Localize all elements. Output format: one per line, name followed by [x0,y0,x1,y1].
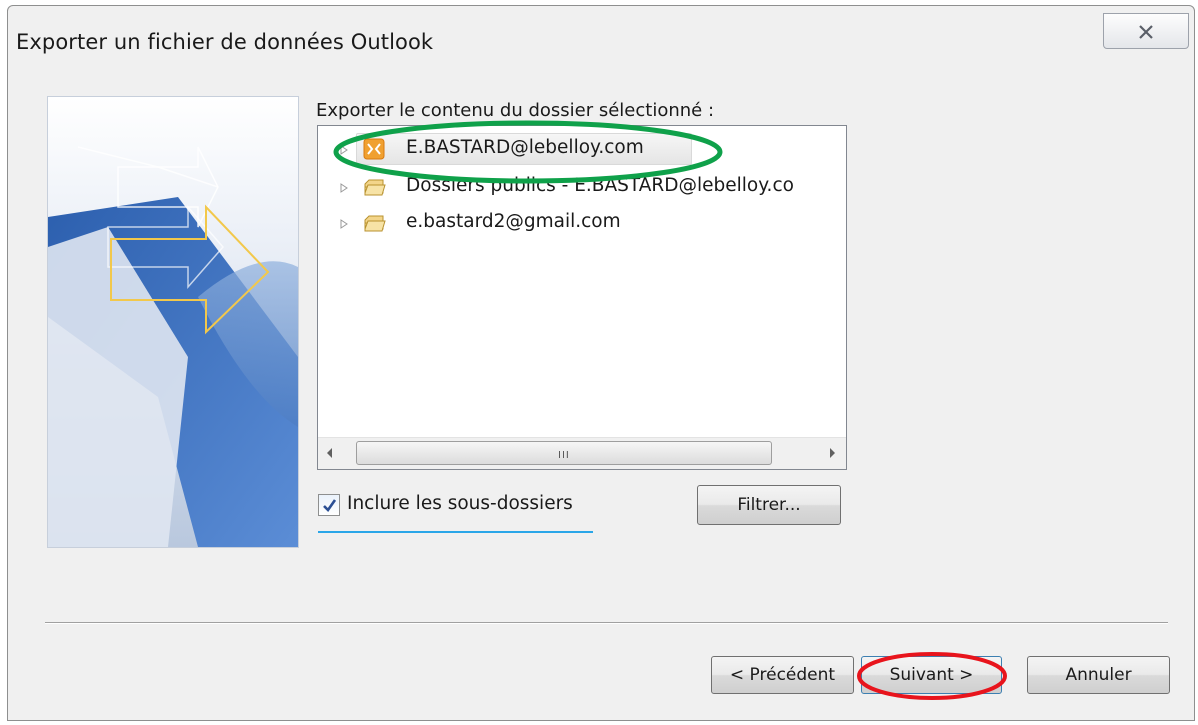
exchange-mailbox-icon [363,138,385,160]
checkmark-icon [323,499,337,513]
tree-item-public-folders[interactable]: Dossiers publics - E.BASTARD@lebelloy.co [318,171,838,203]
close-button[interactable] [1103,13,1189,49]
tree-item-exchange-account[interactable]: E.BASTARD@lebelloy.com [318,133,838,165]
wizard-illustration [47,96,299,548]
expand-arrow-icon[interactable] [340,145,348,155]
close-icon [1139,25,1153,39]
cancel-button[interactable]: Annuler [1027,656,1170,694]
footer-separator [45,622,1168,624]
horizontal-scrollbar[interactable]: III [318,437,846,469]
expand-arrow-icon[interactable] [340,219,348,229]
filter-button[interactable]: Filtrer... [697,485,841,525]
scroll-left-icon[interactable] [326,447,334,459]
dialog-title: Exporter un fichier de données Outlook [16,30,434,54]
tree-item-label: E.BASTARD@lebelloy.com [406,137,644,158]
scrollbar-grip: III [558,450,570,461]
expand-arrow-icon[interactable] [340,183,348,193]
tree-item-label: Dossiers publics - E.BASTARD@lebelloy.co [406,175,794,196]
folder-stack-icon [364,215,386,232]
tree-item-gmail-account[interactable]: e.bastard2@gmail.com [318,207,838,239]
scroll-right-icon[interactable] [828,447,836,459]
tree-item-label: e.bastard2@gmail.com [406,211,621,232]
include-subfolders-checkbox[interactable] [318,494,340,516]
back-button[interactable]: < Précédent [711,656,854,694]
folder-stack-icon [364,179,386,196]
next-button[interactable]: Suivant > [861,656,1002,694]
include-subfolders-label[interactable]: Inclure les sous-dossiers [347,493,573,514]
focus-indicator [318,531,593,533]
folder-tree[interactable]: E.BASTARD@lebelloy.com Dossiers publics … [317,125,847,470]
folder-tree-label: Exporter le contenu du dossier sélection… [316,100,715,121]
scrollbar-thumb[interactable]: III [356,441,772,465]
